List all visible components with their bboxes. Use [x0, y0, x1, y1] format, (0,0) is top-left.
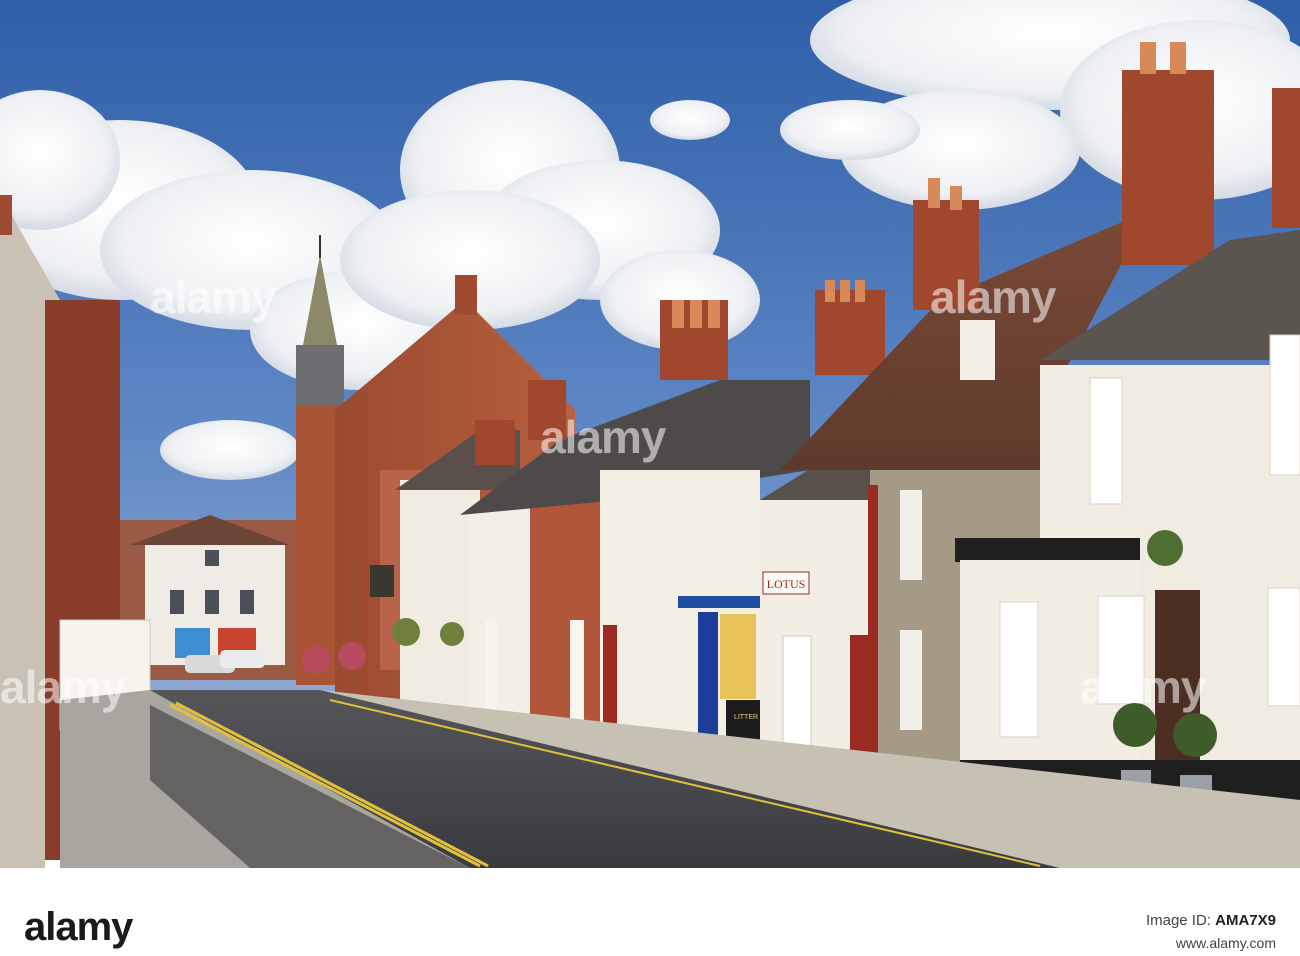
image-reference: Image ID: AMA7X9 — [1146, 912, 1276, 929]
site-url[interactable]: www.alamy.com — [1176, 935, 1276, 951]
bin-label: LITTER — [734, 714, 758, 721]
street-scene: LOTUS LITTER — [0, 0, 1300, 868]
alamy-logo[interactable]: alamy — [24, 905, 133, 950]
footer-bar — [0, 868, 1300, 956]
photo: LOTUS LITTER alamy alamy alamy alamy ala… — [0, 0, 1300, 868]
alamy-logo-text: alamy — [24, 905, 133, 949]
pub-sign — [370, 565, 394, 597]
image-id-label: Image ID: — [1145, 912, 1211, 929]
image-id: AMA7X9 — [1215, 912, 1276, 929]
lotus-sign: LOTUS — [767, 577, 806, 591]
